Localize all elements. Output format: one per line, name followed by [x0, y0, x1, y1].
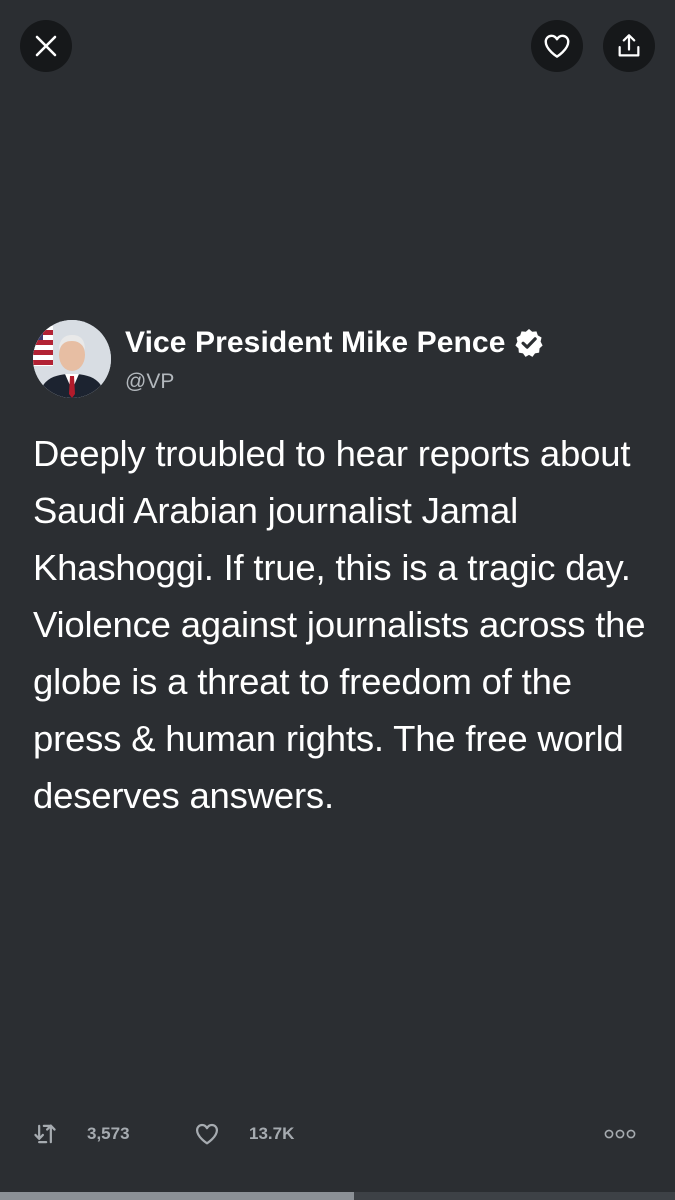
share-button[interactable]	[603, 20, 655, 72]
verified-badge-icon	[515, 329, 544, 357]
tweet-author[interactable]: Vice President Mike Pence @VP	[33, 320, 653, 400]
media-progress-bar[interactable]	[0, 1192, 675, 1200]
more-options-button[interactable]	[604, 1112, 636, 1156]
like-count: 13.7K	[249, 1124, 295, 1143]
heart-icon	[544, 34, 570, 58]
heart-icon	[195, 1123, 219, 1145]
more-icon	[604, 1129, 636, 1139]
like-button[interactable]	[531, 20, 583, 72]
like-count-button[interactable]: 13.7K	[193, 1112, 294, 1156]
media-progress-fill	[0, 1192, 355, 1200]
retweet-count: 3,573	[87, 1124, 130, 1143]
avatar-image	[33, 320, 111, 398]
tweet-actions-bar: 3,573 13.7K	[0, 1112, 675, 1156]
retweet-icon	[34, 1124, 56, 1144]
tweet-text: Deeply troubled to hear reports about Sa…	[33, 433, 646, 816]
close-icon	[35, 35, 57, 57]
share-icon	[618, 34, 640, 57]
close-button[interactable]	[20, 20, 72, 72]
author-handle: @VP	[125, 370, 175, 393]
author-name-row: Vice President Mike Pence	[125, 326, 545, 360]
author-display-name[interactable]: Vice President Mike Pence	[125, 326, 505, 360]
avatar[interactable]	[33, 320, 111, 398]
retweet-button[interactable]: 3,573	[31, 1112, 130, 1156]
